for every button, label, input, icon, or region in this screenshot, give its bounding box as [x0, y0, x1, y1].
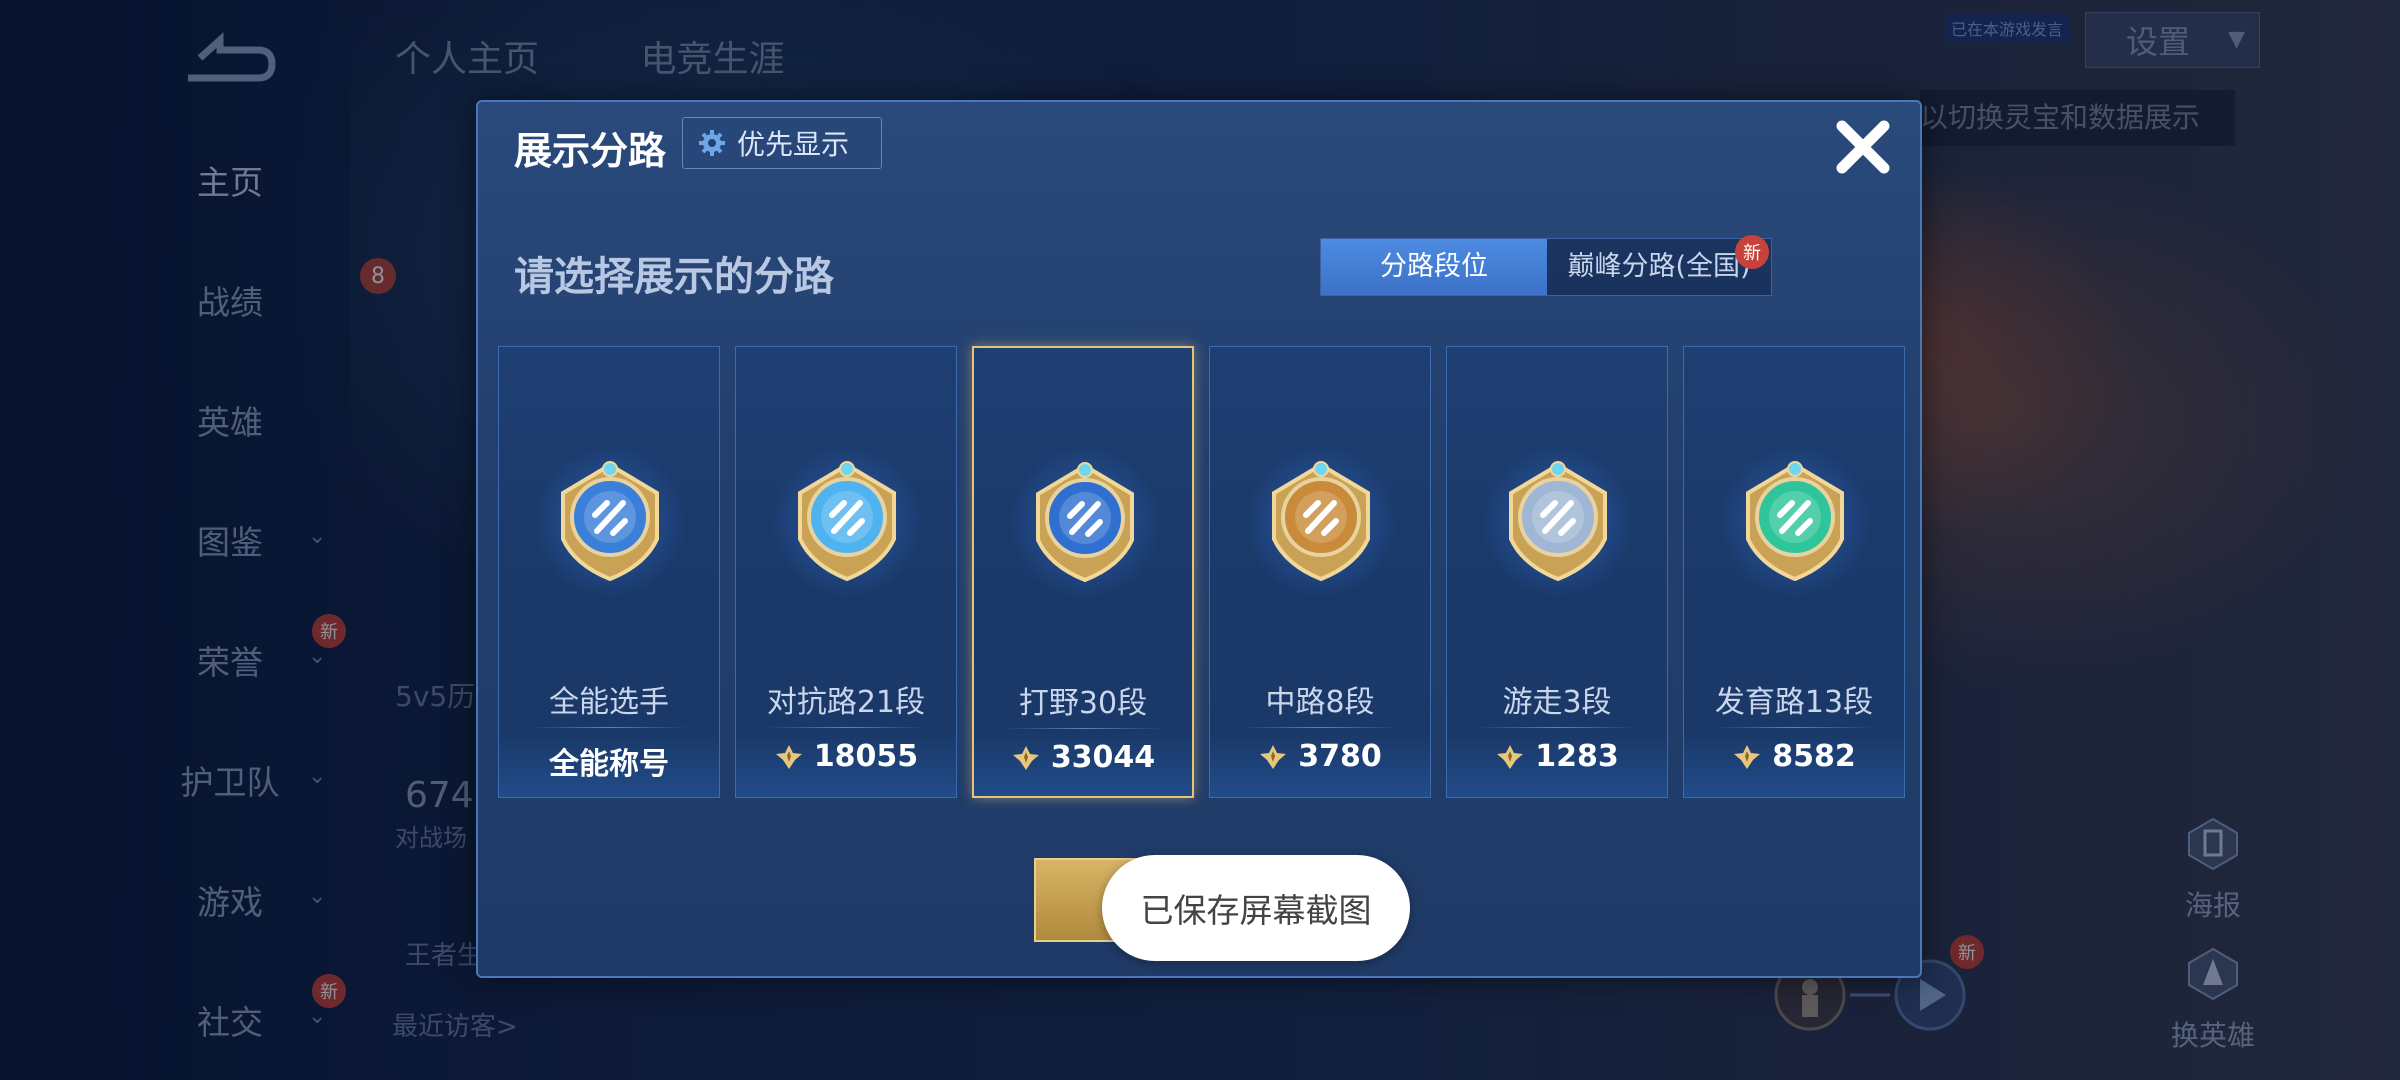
segment-control: 分路段位 巅峰分路(全国) 新: [1320, 235, 1772, 296]
new-badge: 新: [1735, 235, 1769, 269]
gear-icon: [699, 130, 725, 156]
screenshot-saved-toast: 已保存屏幕截图: [1102, 855, 1410, 961]
farm-lane-emblem-icon: [1746, 461, 1844, 582]
lane-score-value: 8582: [1772, 739, 1856, 774]
divider: [529, 727, 689, 728]
lane-name: 中路8段: [1265, 685, 1375, 720]
lane-display-dialog: 展示分路 优先显示 请选择展示的分路 分路段位 巅峰分路(全国) 新 全能选手全…: [476, 100, 1922, 978]
peak-score-icon: [1734, 744, 1761, 769]
lane-score: 3780: [1210, 739, 1430, 774]
lane-name: 全能选手: [549, 685, 669, 720]
lane-card[interactable]: 发育路13段 8582: [1683, 346, 1905, 798]
all-round-emblem-icon: [561, 461, 659, 582]
lane-score: 33044: [974, 740, 1192, 775]
lane-score: 8582: [1684, 739, 1904, 774]
lane-score-value: 1283: [1535, 739, 1619, 774]
close-icon[interactable]: [1832, 116, 1894, 178]
dialog-title: 展示分路: [514, 129, 667, 173]
lane-score: 18055: [736, 739, 956, 774]
lane-card[interactable]: 游走3段 1283: [1446, 346, 1668, 798]
lane-card[interactable]: 对抗路21段 18055: [735, 346, 957, 798]
roam-emblem-icon: [1509, 461, 1607, 582]
divider: [766, 727, 926, 728]
lane-name: 游走3段: [1502, 685, 1612, 720]
jungle-emblem-icon: [1036, 462, 1134, 583]
peak-score-icon: [775, 744, 802, 769]
priority-display-button[interactable]: 优先显示: [682, 117, 882, 169]
divider: [1240, 727, 1400, 728]
tab-lane-rank[interactable]: 分路段位: [1321, 239, 1547, 295]
lane-score: 全能称号: [499, 739, 719, 783]
peak-score-icon: [1012, 745, 1039, 770]
lane-select-prompt: 请选择展示的分路: [514, 254, 834, 300]
peak-score-icon: [1260, 744, 1287, 769]
lane-name: 发育路13段: [1714, 685, 1874, 720]
divider: [1477, 727, 1637, 728]
clash-lane-emblem-icon: [798, 461, 896, 582]
lane-name: 打野30段: [1018, 686, 1148, 721]
lane-card[interactable]: 全能选手 全能称号: [498, 346, 720, 798]
peak-score-icon: [1497, 744, 1524, 769]
priority-display-label: 优先显示: [737, 128, 850, 161]
lane-score-value: 3780: [1298, 739, 1382, 774]
divider: [1714, 727, 1874, 728]
lane-card[interactable]: 中路8段 3780: [1209, 346, 1431, 798]
mid-lane-emblem-icon: [1272, 461, 1370, 582]
lane-score-value: 全能称号: [549, 747, 669, 782]
lane-score: 1283: [1447, 739, 1667, 774]
divider: [1004, 728, 1164, 729]
lane-score-value: 33044: [1050, 740, 1156, 775]
lane-score-value: 18055: [813, 739, 919, 774]
lane-name: 对抗路21段: [766, 685, 926, 720]
lane-card[interactable]: 打野30段 33044: [972, 346, 1194, 798]
